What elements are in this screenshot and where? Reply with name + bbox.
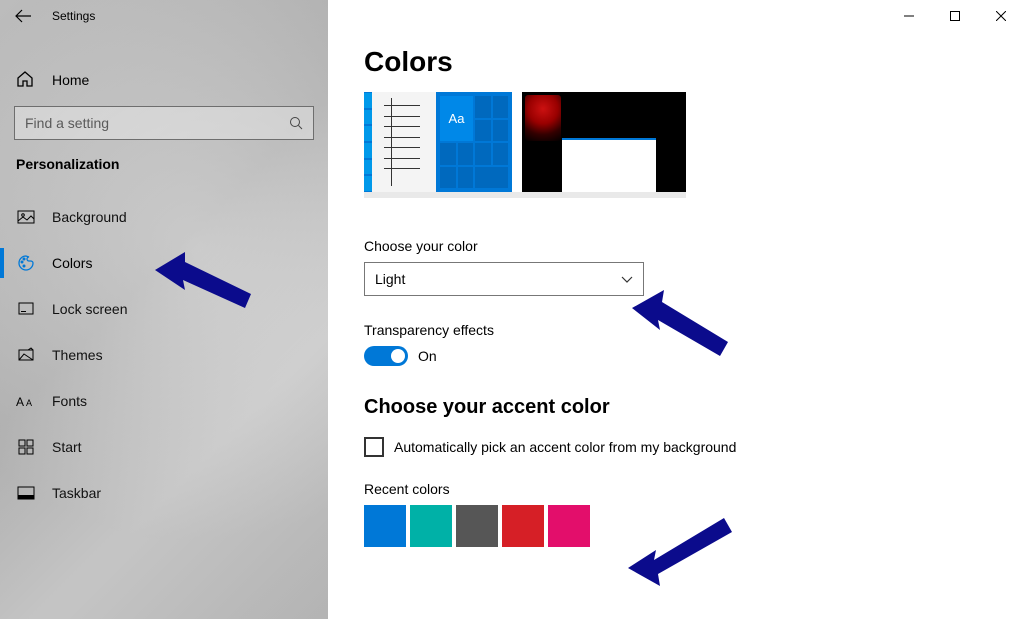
- sidebar-item-label: Lock screen: [52, 301, 127, 317]
- transparency-label: Transparency effects: [364, 322, 988, 338]
- color-swatch[interactable]: [364, 505, 406, 547]
- preview-pane: Aa: [364, 92, 686, 198]
- section-title: Personalization: [0, 156, 328, 172]
- color-swatch[interactable]: [456, 505, 498, 547]
- main-content: Colors Aa: [328, 0, 1024, 619]
- back-button[interactable]: [0, 0, 46, 32]
- sidebar-item-label: Fonts: [52, 393, 87, 409]
- sidebar-item-lock-screen[interactable]: Lock screen: [0, 286, 328, 332]
- close-button[interactable]: [978, 0, 1024, 32]
- preview-tile-text: Aa: [440, 96, 473, 141]
- sidebar-item-themes[interactable]: Themes: [0, 332, 328, 378]
- sidebar: Home Personalization Background Colors L…: [0, 0, 328, 619]
- sidebar-item-taskbar[interactable]: Taskbar: [0, 470, 328, 516]
- sidebar-item-fonts[interactable]: AA Fonts: [0, 378, 328, 424]
- recent-colors-label: Recent colors: [364, 481, 988, 497]
- sidebar-item-colors[interactable]: Colors: [0, 240, 328, 286]
- transparency-state: On: [418, 348, 437, 364]
- sidebar-item-label: Background: [52, 209, 127, 225]
- recent-colors: [364, 505, 988, 547]
- picture-icon: [16, 207, 36, 227]
- taskbar-icon: [16, 483, 36, 503]
- chevron-down-icon: [621, 271, 633, 287]
- choose-color-label: Choose your color: [364, 238, 988, 254]
- page-title: Colors: [364, 46, 988, 78]
- search-box[interactable]: [14, 106, 314, 140]
- sidebar-item-start[interactable]: Start: [0, 424, 328, 470]
- sidebar-item-background[interactable]: Background: [0, 194, 328, 240]
- sidebar-item-label: Taskbar: [52, 485, 101, 501]
- accent-title: Choose your accent color: [364, 396, 988, 419]
- auto-accent-label: Automatically pick an accent color from …: [394, 439, 736, 455]
- search-icon: [279, 116, 313, 131]
- palette-icon: [16, 253, 36, 273]
- color-mode-value: Light: [375, 271, 405, 287]
- color-swatch[interactable]: [410, 505, 452, 547]
- window-title: Settings: [52, 9, 95, 23]
- minimize-button[interactable]: [886, 0, 932, 32]
- fonts-icon: AA: [16, 391, 36, 411]
- home-icon: [16, 70, 36, 90]
- color-swatch[interactable]: [548, 505, 590, 547]
- themes-icon: [16, 345, 36, 365]
- start-icon: [16, 437, 36, 457]
- sidebar-item-label: Themes: [52, 347, 103, 363]
- color-mode-select[interactable]: Light: [364, 262, 644, 296]
- svg-text:A: A: [16, 395, 24, 409]
- lockscreen-icon: [16, 299, 36, 319]
- maximize-button[interactable]: [932, 0, 978, 32]
- home-button[interactable]: Home: [0, 60, 328, 100]
- home-label: Home: [52, 72, 89, 88]
- svg-text:A: A: [26, 398, 32, 408]
- search-input[interactable]: [15, 115, 279, 131]
- sidebar-item-label: Colors: [52, 255, 92, 271]
- sidebar-item-label: Start: [52, 439, 82, 455]
- transparency-toggle[interactable]: [364, 346, 408, 366]
- auto-accent-checkbox[interactable]: [364, 437, 384, 457]
- color-swatch[interactable]: [502, 505, 544, 547]
